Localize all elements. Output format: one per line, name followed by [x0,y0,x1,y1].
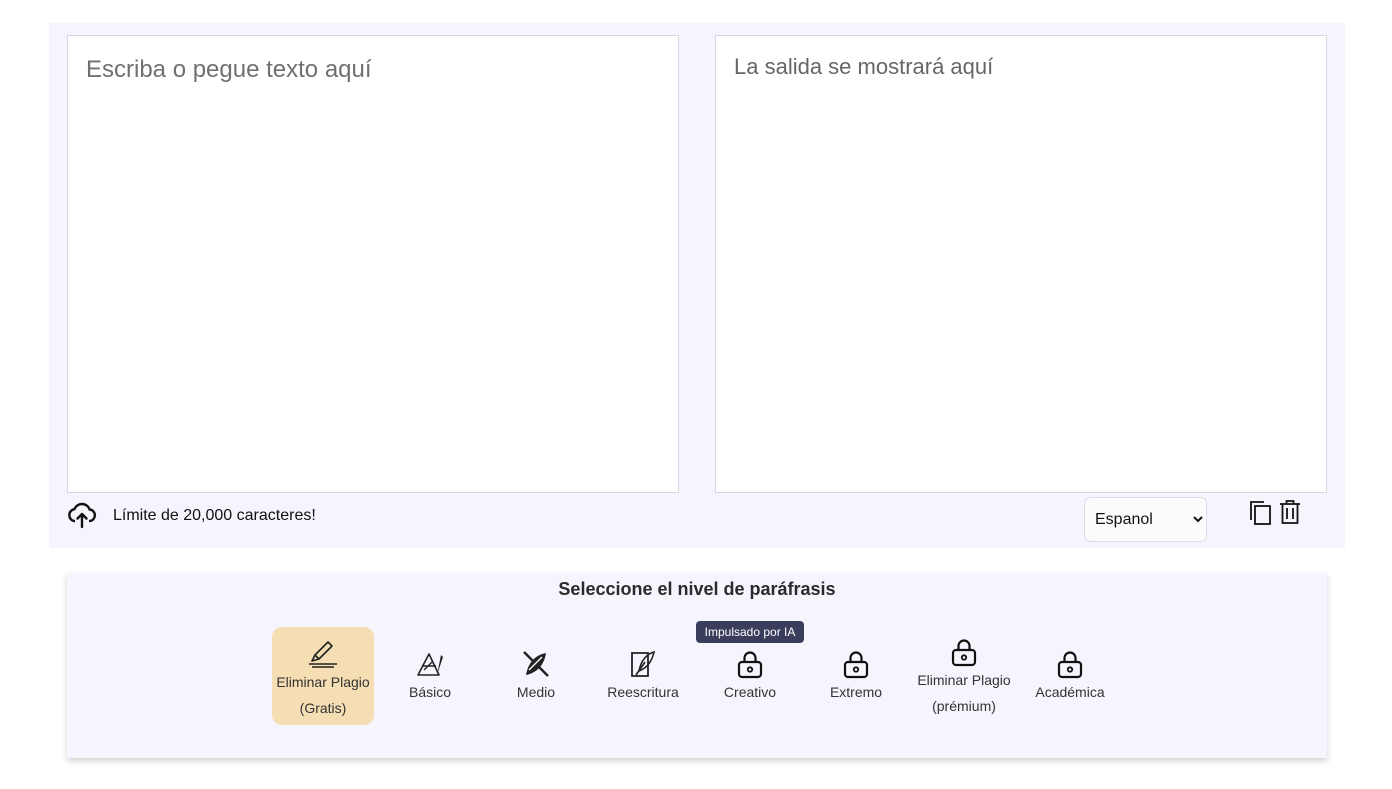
lock-icon [951,639,977,667]
level-label: Académica [1035,684,1105,700]
level-label: Básico [408,684,452,700]
input-textarea[interactable] [68,36,678,492]
pen-icon [309,641,337,668]
level-sublabel: (prémium) [932,698,996,714]
level-basico[interactable]: Básico [379,627,481,725]
paraphrase-editor-panel: La salida se mostrará aquí Límite de 20,… [49,23,1345,548]
copy-icon[interactable] [1249,500,1273,526]
level-creativo[interactable]: Creativo [699,627,801,725]
lock-icon [1057,651,1083,679]
lock-icon [737,651,763,679]
document-quill-icon [631,650,656,677]
level-label: Reescritura [607,684,679,700]
level-label: Creativo [723,684,777,700]
lock-icon [843,651,869,679]
level-eliminar-plagio-gratis[interactable]: Eliminar Plagio (Gratis) [272,627,374,725]
level-label: Medio [516,684,556,700]
level-sublabel: (Gratis) [299,700,347,716]
level-eliminar-plagio-premium[interactable]: Eliminar Plagio (prémium) [912,627,1016,725]
level-reescritura[interactable]: Reescritura [592,627,694,725]
level-label: Extremo [829,684,883,700]
cloud-upload-icon[interactable] [67,500,97,530]
output-textbox: La salida se mostrará aquí [715,35,1327,493]
quill-ink-icon [523,651,549,677]
input-textbox-container [67,35,679,493]
level-title: Seleccione el nivel de paráfrasis [558,579,836,599]
level-label: Eliminar Plagio [917,672,1011,688]
output-placeholder: La salida se mostrará aquí [734,54,994,79]
trash-icon[interactable] [1278,499,1302,525]
level-extremo[interactable]: Extremo [805,627,907,725]
char-limit-text: Límite de 20,000 caracteres! [113,507,316,524]
paraphrase-level-panel: Seleccione el nivel de paráfrasis Elimin… [67,573,1327,758]
level-label: Eliminar Plagio [276,674,370,690]
language-select[interactable]: Espanol [1084,497,1207,542]
triangle-quill-icon [417,653,443,676]
level-medio[interactable]: Medio [485,627,587,725]
level-academica[interactable]: Académica [1019,627,1121,725]
